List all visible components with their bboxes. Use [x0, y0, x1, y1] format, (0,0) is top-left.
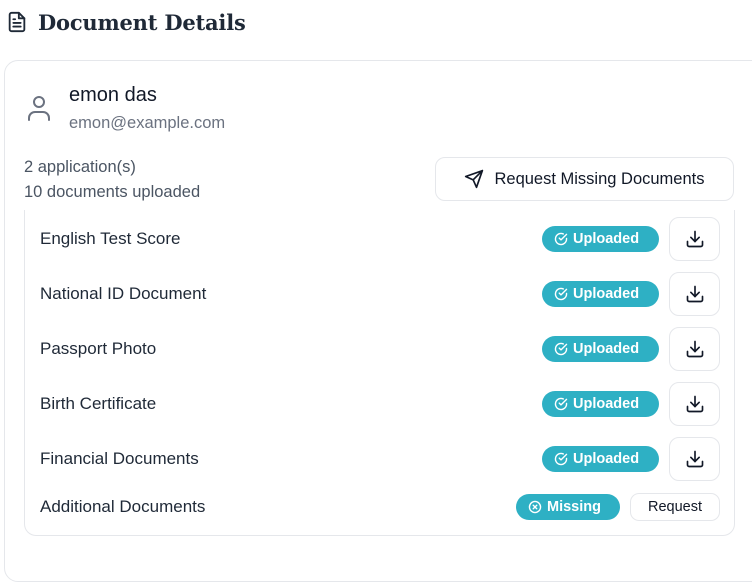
document-list: English Test Score Uploaded National ID …: [24, 210, 735, 536]
document-row: English Test Score Uploaded: [25, 216, 734, 262]
user-icon: [28, 95, 50, 121]
download-button[interactable]: [669, 437, 720, 481]
status-badge: Uploaded: [542, 391, 659, 417]
status-label: Uploaded: [573, 451, 640, 467]
document-row: National ID Document Uploaded: [25, 271, 734, 317]
page-header: Document Details: [6, 8, 246, 36]
documents-count: 10 documents uploaded: [24, 183, 201, 201]
status-badge: Uploaded: [542, 336, 659, 362]
user-email: emon@example.com: [69, 114, 226, 132]
check-circle-icon: [554, 232, 568, 246]
status-badge: Uploaded: [542, 446, 659, 472]
download-icon: [685, 339, 705, 359]
download-icon: [685, 449, 705, 469]
document-row: Birth Certificate Uploaded: [25, 381, 734, 427]
download-button[interactable]: [669, 327, 720, 371]
download-button[interactable]: [669, 272, 720, 316]
document-name: National ID Document: [40, 284, 207, 303]
status-badge: Uploaded: [542, 281, 659, 307]
document-name: Financial Documents: [40, 449, 199, 468]
check-circle-icon: [554, 397, 568, 411]
status-badge: Uploaded: [542, 226, 659, 252]
download-button[interactable]: [669, 382, 720, 426]
request-missing-documents-label: Request Missing Documents: [494, 169, 705, 188]
request-document-button[interactable]: Request: [630, 493, 720, 521]
check-circle-icon: [554, 452, 568, 466]
document-name: English Test Score: [40, 229, 181, 248]
send-icon: [464, 169, 484, 189]
x-circle-icon: [528, 500, 542, 514]
document-row: Passport Photo Uploaded: [25, 326, 734, 372]
user-name: emon das: [69, 84, 157, 106]
document-name: Passport Photo: [40, 339, 157, 358]
status-label: Uploaded: [573, 341, 640, 357]
document-row: Financial Documents Uploaded: [25, 436, 734, 482]
document-row: Additional Documents Missing Request: [25, 484, 734, 530]
check-circle-icon: [554, 287, 568, 301]
document-name: Birth Certificate: [40, 394, 157, 413]
download-icon: [685, 394, 705, 414]
status-badge: Missing: [516, 494, 620, 520]
status-label: Uploaded: [573, 231, 640, 247]
check-circle-icon: [554, 342, 568, 356]
page-title: Document Details: [38, 9, 246, 35]
status-label: Missing: [547, 499, 601, 515]
file-text-icon: [6, 11, 28, 33]
status-label: Uploaded: [573, 396, 640, 412]
document-name: Additional Documents: [40, 497, 206, 516]
status-label: Uploaded: [573, 286, 640, 302]
download-icon: [685, 229, 705, 249]
applications-count: 2 application(s): [24, 158, 136, 176]
download-button[interactable]: [669, 217, 720, 261]
download-icon: [685, 284, 705, 304]
request-missing-documents-button[interactable]: Request Missing Documents: [435, 157, 734, 201]
